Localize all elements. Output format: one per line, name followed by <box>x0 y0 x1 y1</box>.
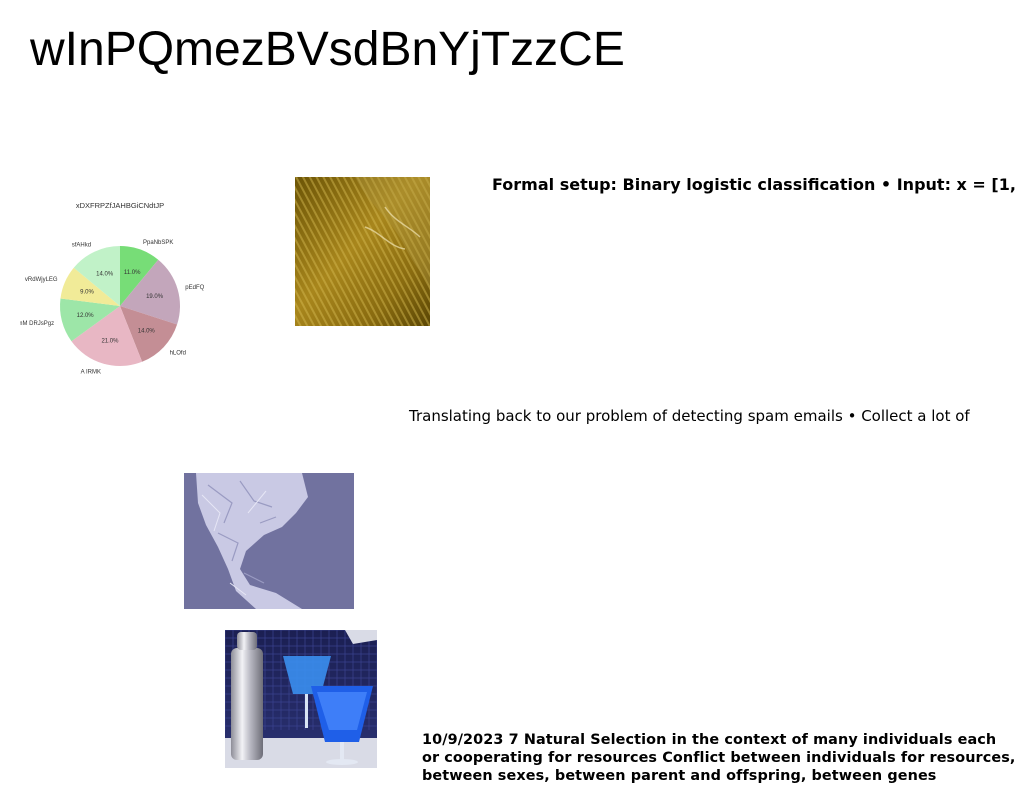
pie-category-label: sfAHkd <box>72 242 91 248</box>
crumpled-paper-graphic <box>184 473 354 609</box>
natural-selection-line: 10/9/2023 7 Natural Selection in the con… <box>422 732 997 748</box>
pie-title: xDXFRPZfJAHBGiCNdtJP <box>76 201 164 210</box>
formal-setup-text: Formal setup: Binary logistic classifica… <box>492 175 1016 194</box>
pie-category-label: mM DRJsPgz <box>20 321 54 327</box>
pie-category-label: PpaNbSPK <box>143 240 173 246</box>
pie-chart: xDXFRPZfJAHBGiCNdtJP 11.0% PpaNbSPK 19.0% pE… <box>20 196 220 402</box>
gold-wave-texture-graphic <box>295 177 430 326</box>
natural-selection-line: or cooperating for resources Conflict be… <box>422 750 1016 766</box>
pie-value-label: 14.0% <box>138 329 156 335</box>
pie-category-label: vRdWjyLEG <box>25 277 58 283</box>
pie-value-label: 12.0% <box>77 313 95 319</box>
page-title: wInPQmezBVsdBnYjTzzCE <box>30 23 625 76</box>
pie-category-label: A IRMK <box>81 369 101 375</box>
pie-value-label: 19.0% <box>146 294 164 300</box>
gold-wave-texture-image <box>295 177 430 326</box>
pie-value-label: 14.0% <box>96 271 114 277</box>
pie-value-label: 21.0% <box>101 339 119 345</box>
blue-cocktails-image <box>225 630 377 768</box>
pie-category-label: hLOfd <box>170 351 186 357</box>
pie-value-label: 9.0% <box>80 290 94 296</box>
pie-chart-svg: xDXFRPZfJAHBGiCNdtJP 11.0% PpaNbSPK 19.0% pE… <box>20 201 205 375</box>
blue-cocktails-graphic <box>225 630 377 768</box>
natural-selection-line: between sexes, between parent and offspr… <box>422 768 937 784</box>
crumpled-paper-image <box>184 473 354 609</box>
pie-category-label: pEdFQ <box>185 285 204 291</box>
translating-text: Translating back to our problem of detec… <box>409 407 970 425</box>
natural-selection-text: 10/9/2023 7 Natural Selection in the con… <box>422 731 1022 785</box>
pie-value-label: 11.0% <box>124 270 141 276</box>
